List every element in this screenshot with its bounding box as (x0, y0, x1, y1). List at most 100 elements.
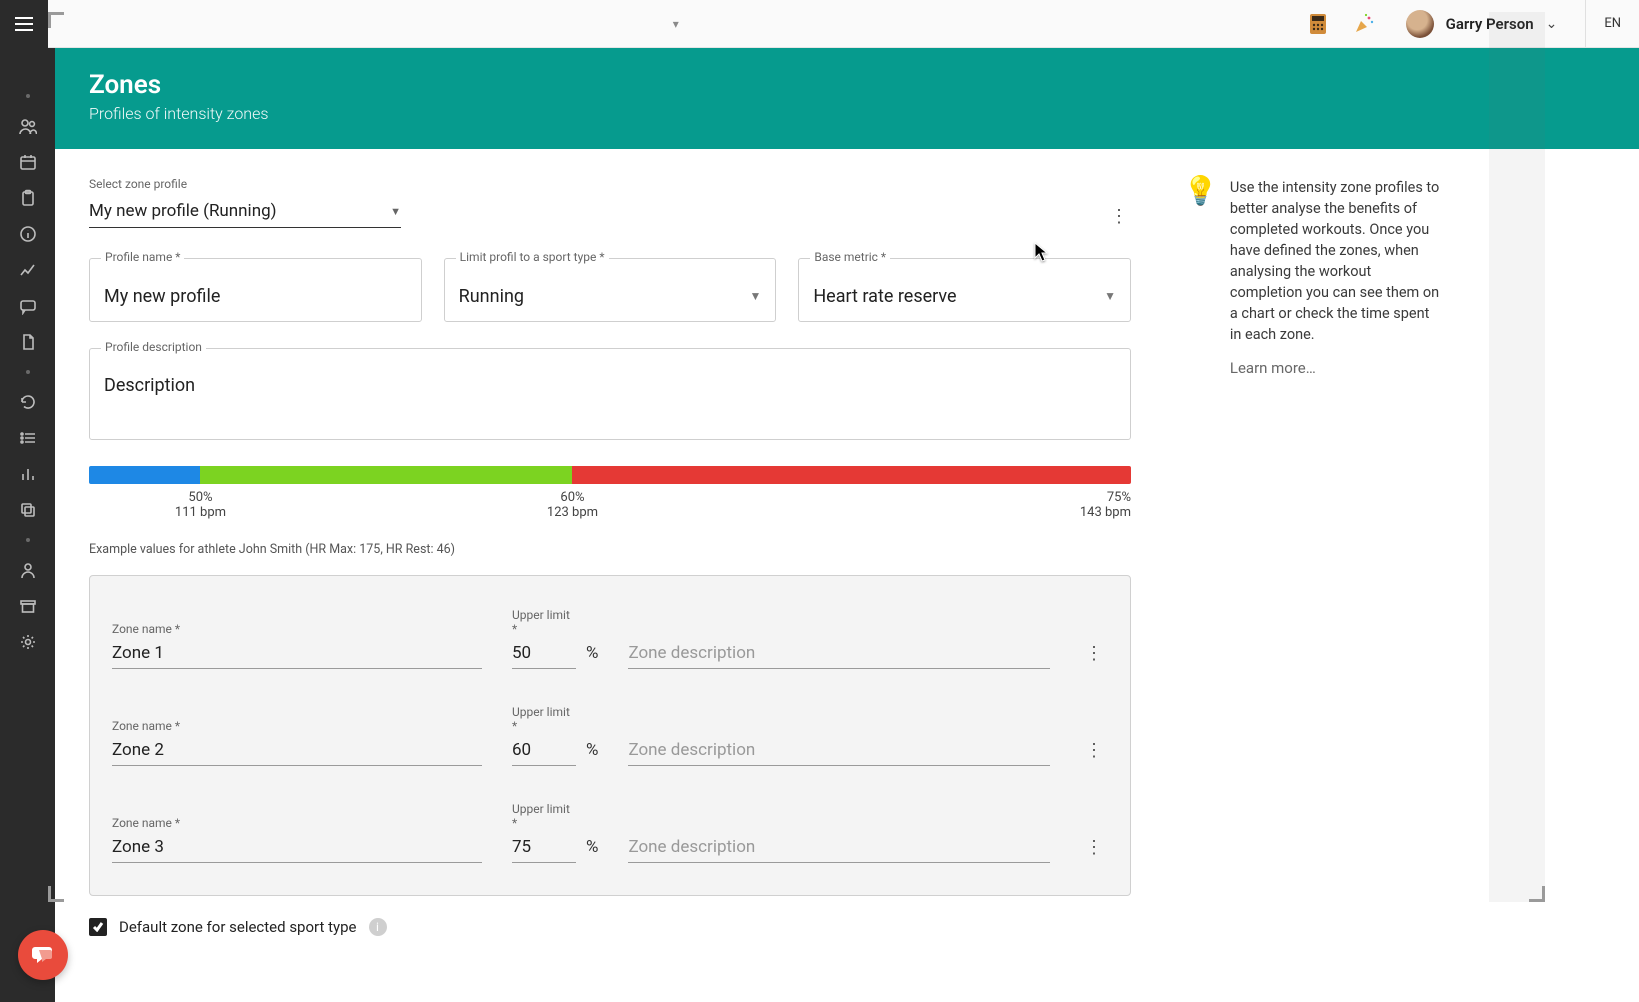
refresh-icon (19, 393, 37, 411)
tick-bpm: 123 bpm (547, 505, 598, 520)
sidebar-divider-dot (26, 94, 30, 98)
sidebar-item-profile[interactable] (0, 556, 55, 584)
zone-upper-limit-field[interactable]: Upper limit *75 (512, 802, 576, 863)
dropdown-arrow-icon: ▼ (1104, 289, 1116, 303)
learn-more-link[interactable]: Learn more… (1230, 359, 1442, 377)
zone-description-field[interactable]: Zone description (628, 719, 1050, 766)
user-menu[interactable]: Garry Person ⌄ (1396, 0, 1568, 47)
sport-type-field[interactable]: Limit profil to a sport type * Running ▼ (444, 258, 777, 322)
zone-bar-tick: 75%143 bpm (1080, 490, 1131, 520)
people-icon (19, 117, 37, 135)
clipboard-icon (19, 189, 37, 207)
user-name: Garry Person (1446, 15, 1534, 33)
sidebar-item-calendar[interactable] (0, 148, 55, 176)
zone-row: Zone name *Zone 1 Upper limit * 50% Zone d… (112, 594, 1108, 691)
collapse-filter-icon[interactable]: ▾ (673, 17, 679, 31)
zone-limit-group: Upper limit *60% (512, 705, 598, 766)
default-zone-info-button[interactable]: i (369, 918, 387, 936)
zone-row-more-button[interactable]: ⋮ (1080, 835, 1108, 863)
zone-row: Zone name *Zone 3 Upper limit *75% Zone d… (112, 788, 1108, 885)
zone-upper-limit-value: 50 (512, 640, 576, 669)
select-zone-profile-value: My new profile (Running) (89, 201, 277, 221)
more-vert-icon: ⋮ (1082, 641, 1106, 665)
zone-description-placeholder: Zone description (628, 834, 1050, 863)
zone-upper-limit-label: Upper limit * (512, 608, 576, 636)
lightbulb-icon: 💡 (1183, 177, 1218, 377)
zone-description-field[interactable]: Zone description (628, 816, 1050, 863)
sidebar-item-archive[interactable] (0, 592, 55, 620)
hamburger-menu-button[interactable] (0, 0, 48, 48)
profile-description-label: Profile description (101, 340, 206, 354)
calendar-icon (19, 153, 37, 171)
sidebar-item-chat[interactable] (0, 292, 55, 320)
sidebar-item-list[interactable] (0, 424, 55, 452)
sport-type-label: Limit profil to a sport type * (456, 250, 609, 264)
zone-upper-limit-field[interactable]: Upper limit * 50 (512, 608, 576, 669)
calculator-icon[interactable] (1304, 10, 1332, 38)
tick-bpm: 111 bpm (175, 505, 226, 520)
language-switcher[interactable]: EN (1585, 0, 1639, 47)
sidebar-item-refresh[interactable] (0, 388, 55, 416)
dropdown-arrow-icon: ▼ (749, 289, 761, 303)
sidebar-item-settings[interactable] (0, 628, 55, 656)
sidebar-item-athletes[interactable] (0, 112, 55, 140)
percent-sign: % (586, 643, 598, 669)
confetti-icon[interactable] (1350, 10, 1378, 38)
default-zone-label: Default zone for selected sport type (119, 918, 357, 936)
more-vert-icon: ⋮ (1110, 206, 1128, 227)
sidebar-item-trends[interactable] (0, 256, 55, 284)
profile-name-field[interactable]: Profile name * My new profile (89, 258, 422, 322)
person-icon (19, 561, 37, 579)
default-zone-row: Default zone for selected sport type i (89, 918, 1131, 936)
zone-name-field[interactable]: Zone name *Zone 2 (112, 719, 482, 766)
profile-name-value: My new profile (104, 286, 220, 307)
default-zone-checkbox[interactable] (89, 918, 107, 936)
zone-name-field[interactable]: Zone name *Zone 3 (112, 816, 482, 863)
tick-bpm: 143 bpm (1080, 505, 1131, 520)
base-metric-field[interactable]: Base metric * Heart rate reserve ▼ (798, 258, 1131, 322)
bars-icon (19, 465, 37, 483)
sidebar-item-document[interactable] (0, 328, 55, 356)
zone-description-label (628, 816, 1050, 830)
sidebar-item-copy[interactable] (0, 496, 55, 524)
sport-type-value: Running (459, 286, 524, 307)
tick-percent: 50% (175, 490, 226, 505)
zone-upper-limit-field[interactable]: Upper limit *60 (512, 705, 576, 766)
zone-description-placeholder: Zone description (628, 640, 1050, 669)
zone-description-field[interactable]: Zone description (628, 622, 1050, 669)
check-icon (92, 922, 104, 932)
select-zone-profile[interactable]: Select zone profile My new profile (Runn… (89, 177, 401, 228)
trend-icon (19, 261, 37, 279)
profile-description-field[interactable]: Profile description Description (89, 348, 1131, 440)
sidebar-item-info[interactable] (0, 220, 55, 248)
zone-upper-limit-label: Upper limit * (512, 802, 576, 830)
profile-description-value: Description (104, 375, 195, 396)
zone-row-more-button[interactable]: ⋮ (1080, 738, 1108, 766)
zone-row-more-button[interactable]: ⋮ (1080, 641, 1108, 669)
zone-description-label (628, 719, 1050, 733)
zone-name-field[interactable]: Zone name *Zone 1 (112, 622, 482, 669)
zone-bar-segment (572, 466, 1131, 484)
zone-row: Zone name *Zone 2 Upper limit *60% Zone d… (112, 691, 1108, 788)
profile-more-button[interactable]: ⋮ (1107, 204, 1131, 228)
base-metric-label: Base metric * (810, 250, 890, 264)
calculator-glyph (1307, 12, 1329, 36)
tick-percent: 60% (547, 490, 598, 505)
page-header: Zones Profiles of intensity zones (55, 48, 1639, 149)
zone-limit-group: Upper limit *75% (512, 802, 598, 863)
zone-bar-example-note: Example values for athlete John Smith (H… (89, 542, 1131, 557)
list-icon (19, 429, 37, 447)
zone-bar-segment (89, 466, 200, 484)
chat-fab-button[interactable] (18, 930, 68, 980)
page-title: Zones (89, 70, 1605, 100)
avatar (1406, 10, 1434, 38)
zone-bar-tick: 60%123 bpm (547, 490, 598, 520)
form-column: Select zone profile My new profile (Runn… (55, 149, 1165, 976)
confetti-glyph (1352, 12, 1376, 36)
topbar-right: Garry Person ⌄ EN (1304, 0, 1639, 47)
sidebar-item-clipboard[interactable] (0, 184, 55, 212)
base-metric-value: Heart rate reserve (813, 286, 956, 307)
sidebar-item-analytics[interactable] (0, 460, 55, 488)
zone-name-label: Zone name * (112, 622, 482, 636)
zone-upper-limit-label: Upper limit * (512, 705, 576, 733)
